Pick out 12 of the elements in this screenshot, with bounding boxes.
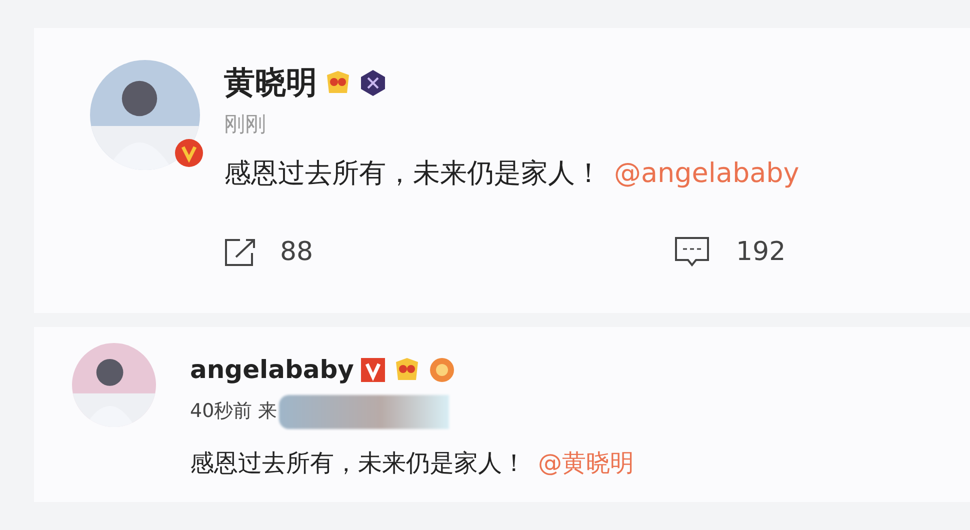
share-icon[interactable]	[224, 237, 258, 267]
repost-count: 88	[280, 236, 314, 268]
post-text: 感恩过去所有，未来仍是家人！	[190, 448, 526, 476]
post-time: 40秒前 来	[190, 399, 278, 424]
author-name[interactable]: 黄晓明	[224, 60, 317, 106]
post-time: 刚刚	[224, 110, 266, 138]
post-text: 感恩过去所有，未来仍是家人！	[224, 158, 602, 189]
comment-icon[interactable]	[674, 236, 710, 268]
round-badge-icon	[428, 356, 456, 384]
hexagon-badge-icon	[359, 69, 387, 98]
comment-count: 192	[736, 236, 786, 268]
author-name[interactable]: angelababy	[190, 351, 354, 388]
